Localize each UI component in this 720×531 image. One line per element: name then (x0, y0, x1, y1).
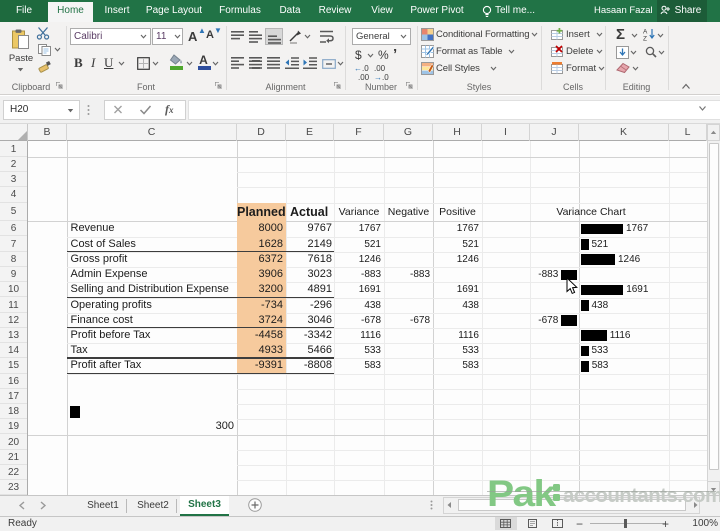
svg-text:Z: Z (643, 36, 647, 42)
svg-text:A: A (643, 29, 648, 36)
